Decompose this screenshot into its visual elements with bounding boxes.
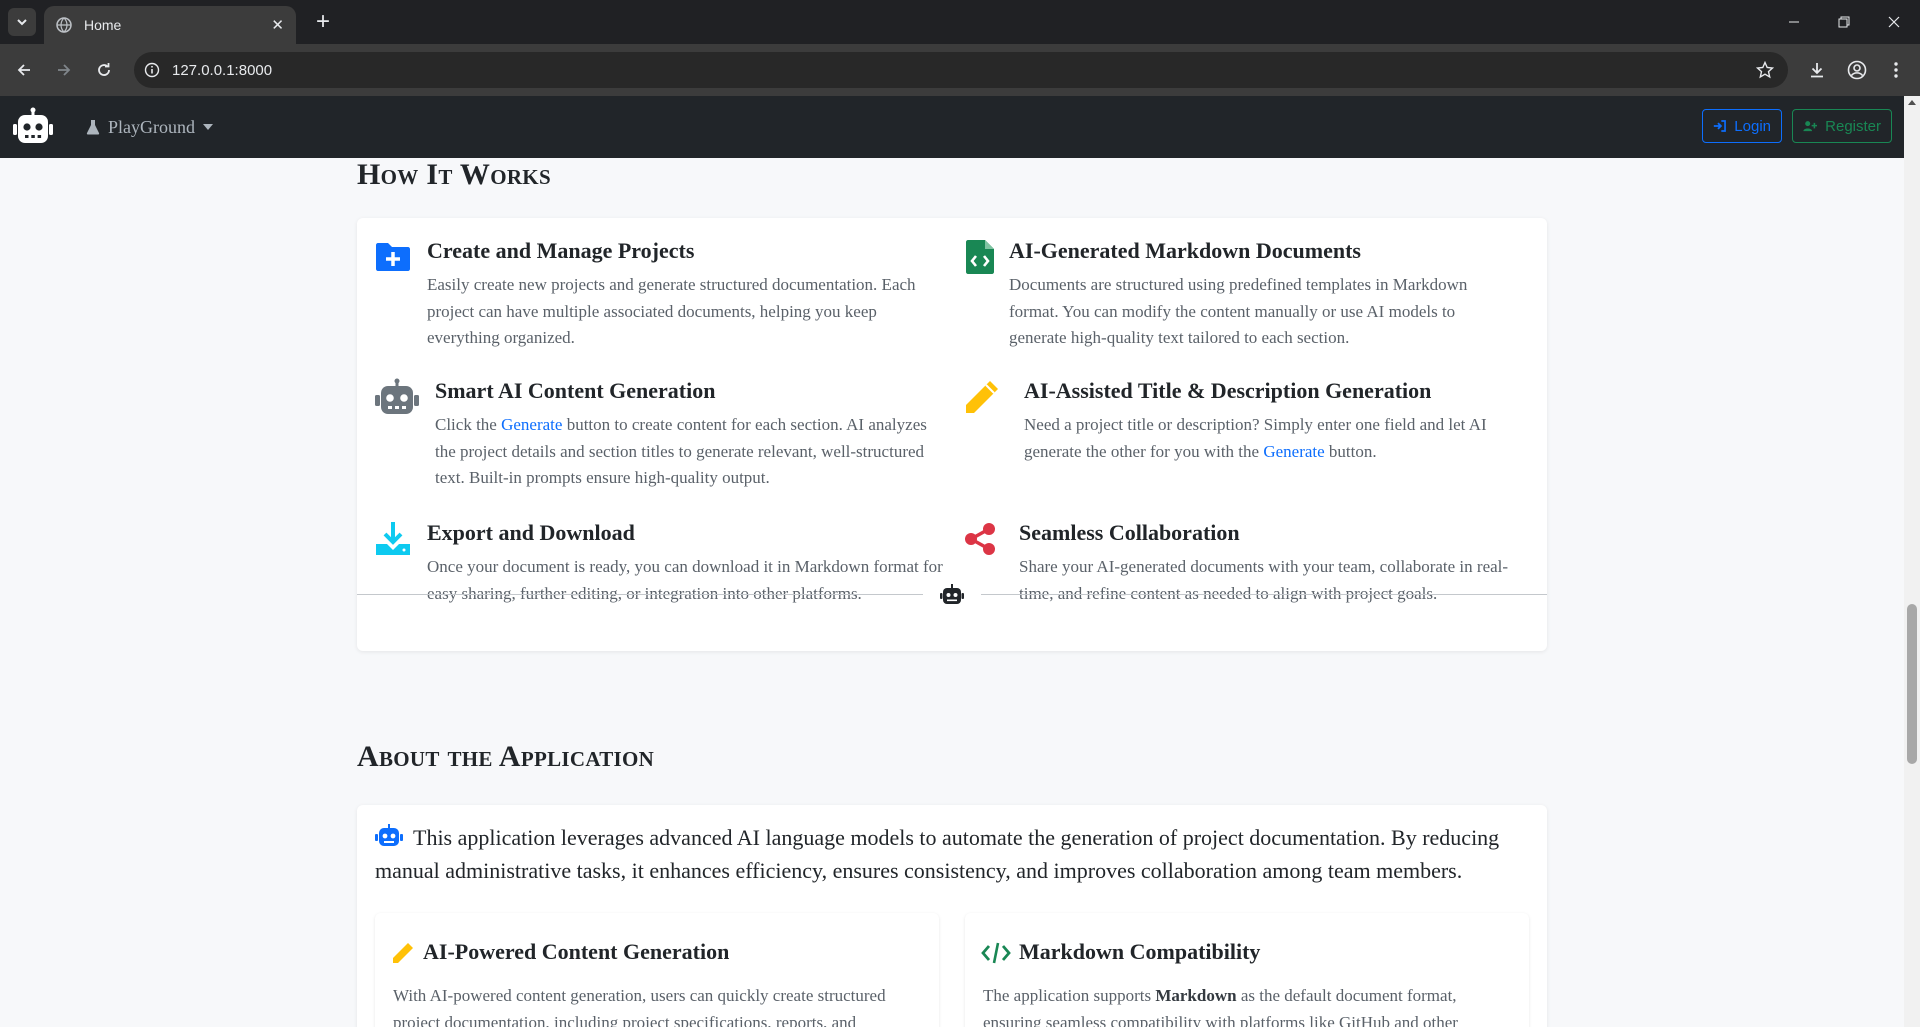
forward-button[interactable]: [50, 56, 78, 84]
how-it-works-title: How It Works: [357, 158, 551, 191]
feature-title: Seamless Collaboration: [1019, 520, 1240, 545]
feature-text: Easily create new projects and generate …: [427, 275, 916, 347]
reload-icon: [98, 63, 110, 76]
app-navbar: PlayGround Login Register: [0, 96, 1904, 158]
robot-logo-icon[interactable]: [12, 107, 54, 147]
generate-link[interactable]: Generate: [1263, 442, 1324, 461]
url-text[interactable]: 127.0.0.1:8000: [172, 62, 1756, 79]
about-title: About the Application: [357, 740, 655, 773]
sign-in-icon: [1713, 120, 1726, 132]
code-icon: [981, 942, 1011, 964]
pencil-icon: [966, 381, 998, 413]
scroll-up-arrow-icon[interactable]: [1908, 100, 1916, 105]
caret-down-icon: [203, 124, 213, 130]
reload-button[interactable]: [90, 56, 118, 84]
feature-create-projects: Create and Manage Projects Easily create…: [374, 238, 934, 368]
profile-button[interactable]: [1843, 56, 1871, 84]
minimize-icon: [1789, 21, 1799, 23]
about-intro: This application leverages advanced AI l…: [375, 824, 1500, 883]
downloads-button[interactable]: [1803, 56, 1831, 84]
minimize-window-button[interactable]: [1772, 8, 1816, 36]
restore-icon: [1838, 16, 1850, 28]
playground-label: PlayGround: [108, 116, 195, 137]
download-icon: [376, 522, 410, 555]
feature-title-description: AI-Assisted Title & Description Generati…: [963, 378, 1533, 508]
playground-dropdown[interactable]: PlayGround: [86, 112, 213, 142]
feature-title: AI-Generated Markdown Documents: [1009, 238, 1361, 263]
robot-icon: [375, 824, 403, 846]
main-content: How It Works Create and Manage Projects …: [0, 158, 1904, 1027]
feature-text: Documents are structured using predefine…: [1009, 275, 1468, 347]
card-title: Markdown Compatibility: [1019, 939, 1261, 964]
browser-toolbar: 127.0.0.1:8000: [0, 44, 1920, 96]
file-code-icon: [966, 240, 994, 274]
globe-icon: [56, 17, 72, 33]
page-scrollbar[interactable]: [1904, 96, 1920, 1027]
arrow-left-icon: [17, 64, 30, 76]
pencil-icon: [393, 943, 413, 963]
card-text: With AI-powered content generation, user…: [393, 986, 886, 1027]
markdown-card: Markdown Compatibility The application s…: [965, 913, 1529, 1027]
folder-plus-icon: [376, 243, 410, 271]
restore-window-button[interactable]: [1822, 8, 1866, 36]
feature-title: AI-Assisted Title & Description Generati…: [1024, 378, 1432, 403]
login-button[interactable]: Login: [1702, 109, 1782, 143]
tab-title: Home: [84, 17, 122, 33]
new-tab-button[interactable]: +: [310, 9, 336, 35]
browser-menu-button[interactable]: [1882, 56, 1910, 84]
chevron-down-icon: [17, 19, 27, 26]
bookmark-star-icon[interactable]: [1756, 61, 1774, 79]
arrow-right-icon: [58, 64, 71, 76]
feature-smart-ai: Smart AI Content Generation Click the Ge…: [374, 378, 944, 508]
account-icon: [1847, 60, 1867, 80]
feature-title: Smart AI Content Generation: [435, 378, 716, 403]
robot-icon: [375, 378, 419, 414]
feature-title: Export and Download: [427, 520, 635, 545]
close-icon: [1888, 16, 1900, 28]
share-icon: [965, 523, 995, 555]
register-label: Register: [1825, 117, 1881, 135]
scrollbar-thumb[interactable]: [1907, 604, 1917, 764]
card-text: The application supports Markdown as the…: [983, 986, 1458, 1027]
feature-ai-markdown: AI-Generated Markdown Documents Document…: [963, 238, 1523, 368]
address-bar[interactable]: 127.0.0.1:8000: [134, 52, 1788, 88]
back-button[interactable]: [10, 56, 38, 84]
section-divider: [357, 583, 1547, 607]
close-tab-icon[interactable]: ✕: [271, 16, 284, 34]
more-vertical-icon: [1894, 62, 1898, 78]
site-info-icon[interactable]: [142, 60, 162, 80]
feature-collaboration: Seamless Collaboration Share your AI-gen…: [963, 520, 1533, 630]
browser-tab-home[interactable]: Home ✕: [44, 6, 296, 44]
flask-icon: [86, 120, 100, 135]
feature-export-download: Export and Download Once your document i…: [374, 520, 944, 630]
card-title: AI-Powered Content Generation: [423, 939, 730, 964]
about-card: This application leverages advanced AI l…: [357, 805, 1547, 1027]
feature-text: Click the Generate button to create cont…: [435, 415, 927, 487]
login-label: Login: [1734, 117, 1771, 135]
browser-tab-bar: Home ✕ +: [0, 0, 1920, 44]
feature-text: Need a project title or description? Sim…: [1024, 415, 1487, 461]
download-icon: [1811, 63, 1823, 78]
robot-icon: [940, 584, 964, 604]
generate-link[interactable]: Generate: [501, 415, 562, 434]
close-window-button[interactable]: [1872, 8, 1916, 36]
user-plus-icon: [1803, 121, 1818, 132]
feature-title: Create and Manage Projects: [427, 238, 695, 263]
tab-search-button[interactable]: [8, 8, 36, 36]
register-button[interactable]: Register: [1792, 109, 1892, 143]
ai-powered-card: AI-Powered Content Generation With AI-po…: [375, 913, 939, 1027]
